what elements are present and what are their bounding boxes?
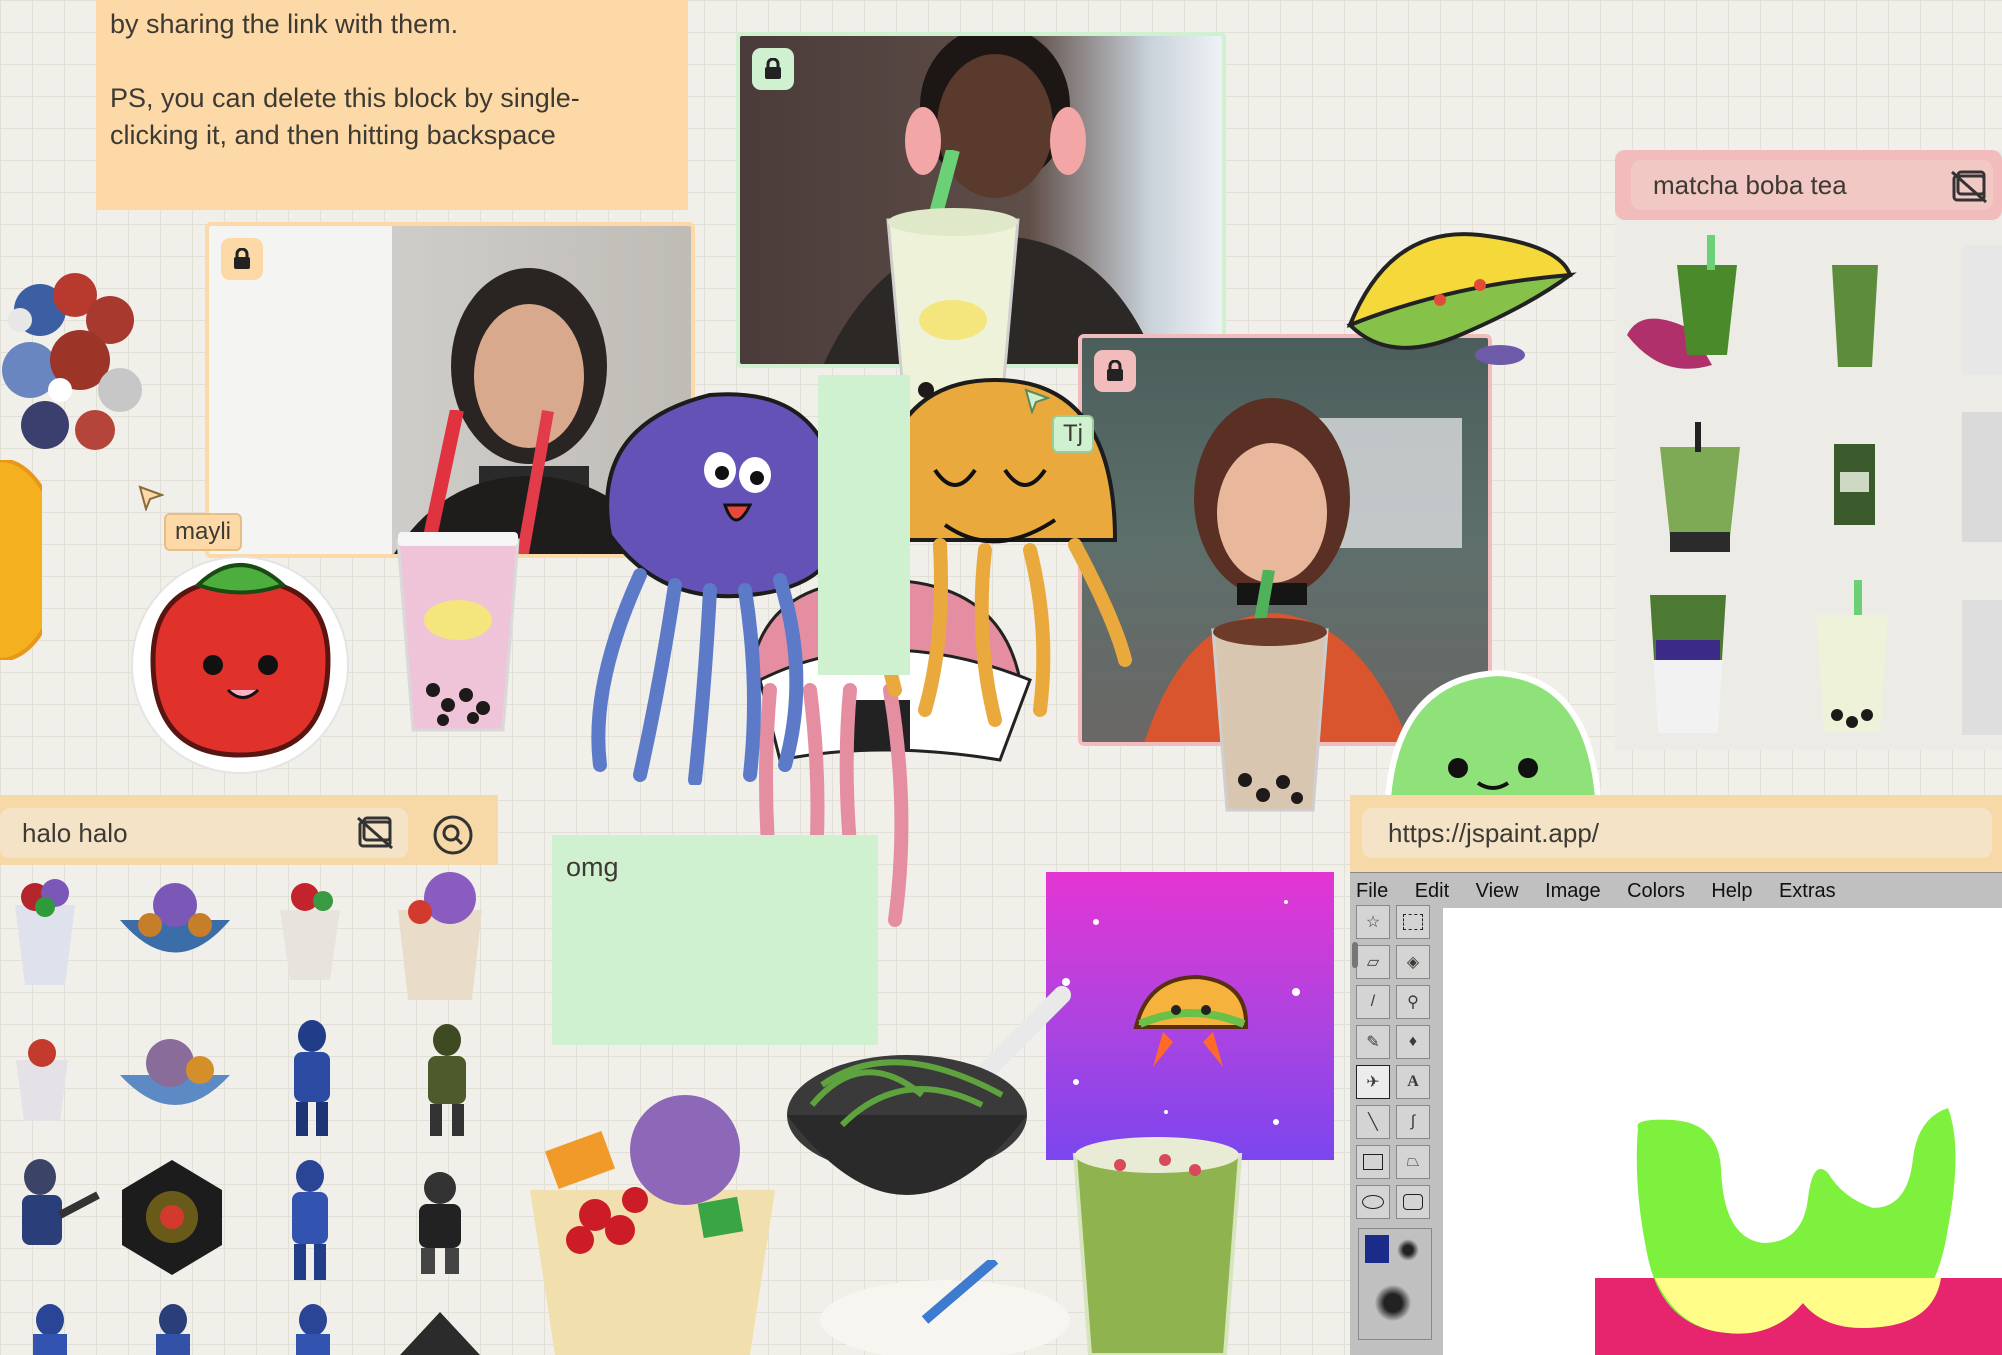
flower-bouquet-sticker[interactable] bbox=[0, 250, 150, 490]
rounded-rect-tool-icon[interactable] bbox=[1396, 1185, 1430, 1219]
taco-rocket-card[interactable] bbox=[1046, 872, 1334, 1160]
menu-edit[interactable]: Edit bbox=[1415, 876, 1449, 906]
rect-select-tool-icon[interactable] bbox=[1396, 905, 1430, 939]
menu-image[interactable]: Image bbox=[1545, 876, 1601, 906]
line-tool-icon[interactable]: ╲ bbox=[1356, 1105, 1390, 1139]
airbrush-size-xl-icon[interactable] bbox=[1375, 1285, 1411, 1321]
welcome-note-text: by sharing the link with them. PS, you c… bbox=[110, 9, 580, 150]
result-image[interactable] bbox=[275, 875, 345, 985]
cendol-bowl-photo[interactable] bbox=[782, 985, 1072, 1275]
stars-decoration bbox=[1062, 900, 1300, 1125]
text-tool-icon[interactable]: A bbox=[1396, 1065, 1430, 1099]
airbrush-tool-icon[interactable]: ✈ bbox=[1356, 1065, 1390, 1099]
result-image[interactable] bbox=[282, 1018, 342, 1138]
green-drink-photo[interactable] bbox=[1070, 1135, 1245, 1355]
search-icon[interactable] bbox=[432, 814, 474, 856]
curve-tool-icon[interactable]: ∫ bbox=[1396, 1105, 1430, 1139]
image-off-icon[interactable] bbox=[1950, 170, 1988, 204]
ellipse-tool-icon[interactable] bbox=[1356, 1185, 1390, 1219]
taro-boba-drink-sticker[interactable] bbox=[388, 410, 528, 735]
result-image[interactable] bbox=[288, 1300, 338, 1355]
lock-icon[interactable] bbox=[752, 48, 794, 90]
result-image[interactable] bbox=[280, 1158, 340, 1283]
result-image[interactable] bbox=[1812, 580, 1892, 735]
jspaint-canvas[interactable] bbox=[1443, 908, 2002, 1355]
result-image[interactable] bbox=[115, 1025, 235, 1130]
airbrush-size-large-icon[interactable] bbox=[1397, 1239, 1419, 1261]
result-image[interactable] bbox=[25, 1300, 75, 1355]
jspaint-menubar: File Edit View Image Colors Help Extras bbox=[1356, 876, 1858, 906]
halo-halo-parfait-photo[interactable] bbox=[510, 1080, 795, 1355]
welcome-note[interactable]: by sharing the link with them. PS, you c… bbox=[96, 0, 688, 210]
lock-icon[interactable] bbox=[221, 238, 263, 280]
menu-file[interactable]: File bbox=[1356, 876, 1388, 906]
result-image[interactable] bbox=[1962, 412, 2002, 542]
menu-colors[interactable]: Colors bbox=[1627, 876, 1685, 906]
menu-view[interactable]: View bbox=[1476, 876, 1519, 906]
eraser-tool-icon[interactable]: ▱ bbox=[1356, 945, 1390, 979]
taco-sticker[interactable] bbox=[1330, 215, 1590, 375]
pencil-tool-icon[interactable]: ✎ bbox=[1356, 1025, 1390, 1059]
strawberry-sticker[interactable] bbox=[128, 540, 353, 780]
result-image[interactable] bbox=[1832, 442, 1877, 527]
result-image[interactable] bbox=[112, 1155, 232, 1280]
result-image[interactable] bbox=[405, 1170, 475, 1275]
result-image[interactable] bbox=[395, 1310, 485, 1355]
milk-tea-boba-sticker[interactable] bbox=[1205, 570, 1335, 815]
cursor-label-tj: Tj bbox=[1052, 415, 1094, 453]
result-image[interactable] bbox=[1830, 255, 1880, 370]
result-image[interactable] bbox=[1622, 235, 1762, 380]
result-image[interactable] bbox=[1962, 600, 2002, 735]
browser-url-bar[interactable]: https://jspaint.app/ bbox=[1362, 808, 1992, 858]
image-off-icon[interactable] bbox=[356, 816, 394, 850]
matcha-search-query: matcha boba tea bbox=[1653, 169, 1847, 200]
airbrush-size-small-icon[interactable] bbox=[1365, 1235, 1389, 1263]
browser-url: https://jspaint.app/ bbox=[1388, 817, 1600, 848]
eyedropper-tool-icon[interactable]: / bbox=[1356, 985, 1390, 1019]
cursor-arrow-icon bbox=[138, 485, 164, 511]
result-image[interactable] bbox=[390, 870, 490, 1005]
emoji-sticker[interactable] bbox=[0, 460, 42, 660]
result-image[interactable] bbox=[148, 1300, 198, 1355]
fill-tool-icon[interactable]: ◈ bbox=[1396, 945, 1430, 979]
result-image[interactable] bbox=[1648, 585, 1728, 735]
result-image[interactable] bbox=[412, 1022, 482, 1137]
omg-note-text: omg bbox=[566, 852, 619, 882]
matcha-search-input[interactable]: matcha boba tea bbox=[1615, 150, 2002, 220]
green-dino-sticker[interactable] bbox=[1378, 648, 1608, 798]
halo-search-input[interactable]: halo halo bbox=[0, 808, 408, 858]
menu-help[interactable]: Help bbox=[1711, 876, 1752, 906]
result-image[interactable] bbox=[115, 875, 235, 980]
green-note-strip[interactable] bbox=[818, 375, 910, 675]
halo-search-query: halo halo bbox=[22, 817, 128, 848]
tool-options-panel[interactable] bbox=[1358, 1228, 1432, 1340]
polygon-tool-icon[interactable]: ⏢ bbox=[1396, 1145, 1430, 1179]
dessert-bowl-photo[interactable] bbox=[815, 1260, 1075, 1355]
result-image[interactable] bbox=[1962, 245, 2002, 375]
result-image[interactable] bbox=[1645, 422, 1755, 552]
cursor-arrow-icon bbox=[1024, 388, 1050, 414]
result-image[interactable] bbox=[12, 1035, 72, 1125]
result-image[interactable] bbox=[0, 1155, 100, 1275]
rectangle-tool-icon[interactable] bbox=[1356, 1145, 1390, 1179]
free-select-tool-icon[interactable]: ☆ bbox=[1356, 905, 1390, 939]
cursor-label-mayli: mayli bbox=[164, 513, 243, 551]
menu-extras[interactable]: Extras bbox=[1779, 876, 1836, 906]
toolbox-scroll-handle[interactable] bbox=[1352, 942, 1358, 968]
magnifier-tool-icon[interactable]: ⚲ bbox=[1396, 985, 1430, 1019]
brush-tool-icon[interactable]: ♦ bbox=[1396, 1025, 1430, 1059]
canvas-drawing bbox=[1595, 1108, 2002, 1355]
result-image[interactable] bbox=[10, 875, 80, 990]
